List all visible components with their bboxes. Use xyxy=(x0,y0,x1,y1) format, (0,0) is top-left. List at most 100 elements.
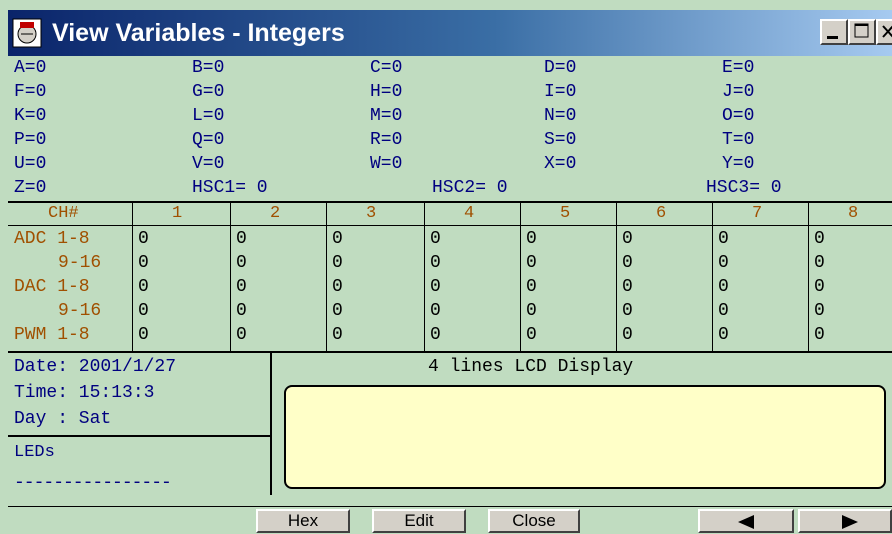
channel-value-cell: 0 xyxy=(138,253,149,273)
channel-value-cell: 0 xyxy=(718,253,729,273)
variables-panel: A=0 B=0 C=0 D=0 E=0 F=0 G=0 H=0 I=0 J=0 … xyxy=(8,56,892,203)
row-label-dac-1-8: DAC 1-8 xyxy=(14,277,90,297)
variable-d: D=0 xyxy=(544,58,577,78)
header-divider xyxy=(8,225,892,226)
close-button[interactable] xyxy=(876,19,892,45)
channel-value-cell: 0 xyxy=(430,325,441,345)
variable-y: Y=0 xyxy=(722,154,755,174)
edit-button[interactable]: Edit xyxy=(372,509,466,533)
channel-value-cell: 0 xyxy=(622,301,633,321)
hex-button[interactable]: Hex xyxy=(256,509,350,533)
channel-header: CH# xyxy=(48,204,79,223)
right-arrow-icon xyxy=(842,515,858,529)
bottom-panel: Date: 2001/1/27 Time: 15:13:3 Day : Sat … xyxy=(8,351,892,495)
lcd-title: 4 lines LCD Display xyxy=(428,357,634,377)
minimize-icon xyxy=(827,36,838,39)
channel-value-cell: 0 xyxy=(718,325,729,345)
channel-value-cell: 0 xyxy=(236,301,247,321)
channel-value-cell: 0 xyxy=(622,229,633,249)
minimize-button[interactable] xyxy=(820,19,848,45)
leds-divider xyxy=(8,435,270,437)
channel-value-cell: 0 xyxy=(332,253,343,273)
app-icon xyxy=(12,18,42,48)
variable-n: N=0 xyxy=(544,106,577,126)
variable-q: Q=0 xyxy=(192,130,225,150)
variable-g: G=0 xyxy=(192,82,225,102)
channel-value-cell: 0 xyxy=(332,325,343,345)
variable-w: W=0 xyxy=(370,154,403,174)
channel-value-cell: 0 xyxy=(814,277,825,297)
column-header-6: 6 xyxy=(656,204,667,223)
variable-j: J=0 xyxy=(722,82,755,102)
column-divider xyxy=(326,203,327,351)
leds-indicators: ---------------- xyxy=(14,473,172,493)
title-bar[interactable]: View Variables - Integers xyxy=(8,10,892,56)
left-arrow-icon xyxy=(738,515,754,529)
channel-value-cell: 0 xyxy=(430,229,441,249)
variable-v: V=0 xyxy=(192,154,225,174)
channel-value-cell: 0 xyxy=(814,301,825,321)
column-header-4: 4 xyxy=(464,204,475,223)
client-area: A=0 B=0 C=0 D=0 E=0 F=0 G=0 H=0 I=0 J=0 … xyxy=(8,56,892,506)
variable-z: Z=0 xyxy=(14,178,47,198)
maximize-icon xyxy=(854,23,869,38)
variable-h: H=0 xyxy=(370,82,403,102)
variable-a: A=0 xyxy=(14,58,47,78)
variable-b: B=0 xyxy=(192,58,225,78)
channel-value-cell: 0 xyxy=(138,229,149,249)
view-variables-window: View Variables - Integers A=0 B=0 C=0 D=… xyxy=(0,0,892,534)
next-button[interactable] xyxy=(798,509,892,533)
variable-i: I=0 xyxy=(544,82,577,102)
variable-t: T=0 xyxy=(722,130,755,150)
column-divider xyxy=(616,203,617,351)
variable-p: P=0 xyxy=(14,130,47,150)
channel-value-cell: 0 xyxy=(236,253,247,273)
column-divider xyxy=(132,203,133,351)
variable-m: M=0 xyxy=(370,106,403,126)
leds-label: LEDs xyxy=(14,443,55,462)
channel-value-cell: 0 xyxy=(332,229,343,249)
channel-value-cell: 0 xyxy=(138,301,149,321)
channel-value-cell: 0 xyxy=(430,301,441,321)
time-text: Time: 15:13:3 xyxy=(14,383,155,403)
variable-e: E=0 xyxy=(722,58,755,78)
row-label-adc-1-8: ADC 1-8 xyxy=(14,229,90,249)
column-header-5: 5 xyxy=(560,204,571,223)
variable-o: O=0 xyxy=(722,106,755,126)
channel-value-cell: 0 xyxy=(814,229,825,249)
close-dialog-button[interactable]: Close xyxy=(488,509,580,533)
hsc1-value: HSC1= 0 xyxy=(192,178,268,198)
channel-value-cell: 0 xyxy=(332,301,343,321)
channel-value-cell: 0 xyxy=(332,277,343,297)
date-time-box: Date: 2001/1/27 Time: 15:13:3 Day : Sat … xyxy=(8,353,272,495)
channel-value-cell: 0 xyxy=(718,277,729,297)
channel-table: CH# 1 2 3 4 5 6 7 8 ADC 1-8 9-16 DAC 1-8… xyxy=(8,203,892,351)
column-header-3: 3 xyxy=(366,204,377,223)
variable-r: R=0 xyxy=(370,130,403,150)
channel-value-cell: 0 xyxy=(622,253,633,273)
maximize-button[interactable] xyxy=(848,19,876,45)
channel-value-cell: 0 xyxy=(430,277,441,297)
row-label-adc-9-16: 9-16 xyxy=(58,253,102,273)
variable-l: L=0 xyxy=(192,106,225,126)
button-bar: Hex Edit Close xyxy=(8,506,892,534)
variable-s: S=0 xyxy=(544,130,577,150)
channel-value-cell: 0 xyxy=(430,253,441,273)
window-title: View Variables - Integers xyxy=(52,19,345,47)
channel-value-cell: 0 xyxy=(622,325,633,345)
column-header-8: 8 xyxy=(848,204,859,223)
column-header-7: 7 xyxy=(752,204,763,223)
channel-value-cell: 0 xyxy=(236,277,247,297)
column-divider xyxy=(712,203,713,351)
variable-x: X=0 xyxy=(544,154,577,174)
channel-value-cell: 0 xyxy=(718,229,729,249)
variable-f: F=0 xyxy=(14,82,47,102)
channel-value-cell: 0 xyxy=(236,325,247,345)
date-text: Date: 2001/1/27 xyxy=(14,357,177,377)
column-header-2: 2 xyxy=(270,204,281,223)
close-icon xyxy=(882,25,892,38)
channel-value-cell: 0 xyxy=(814,253,825,273)
channel-value-cell: 0 xyxy=(236,229,247,249)
previous-button[interactable] xyxy=(698,509,794,533)
column-header-1: 1 xyxy=(172,204,183,223)
